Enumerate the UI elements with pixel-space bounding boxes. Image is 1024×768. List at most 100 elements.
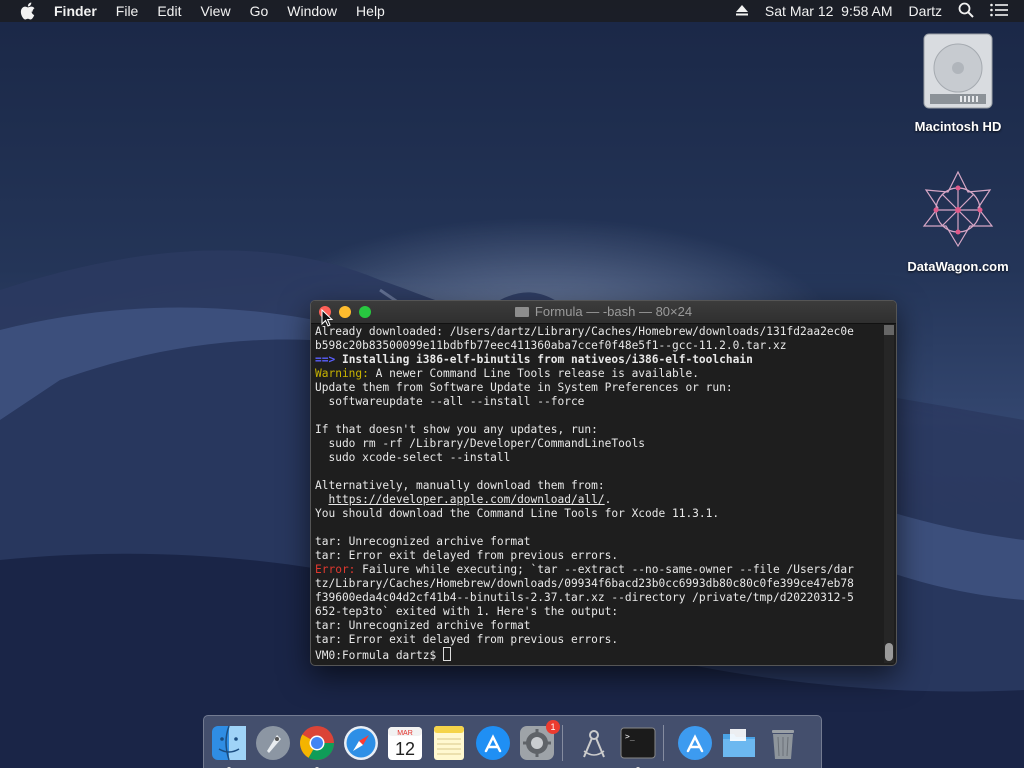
- chrome-icon[interactable]: [298, 724, 336, 768]
- eject-icon[interactable]: [735, 3, 749, 19]
- terminal-line: softwareupdate --all --install --force: [315, 395, 882, 409]
- terminal-line: tar: Error exit delayed from previous er…: [315, 549, 882, 563]
- terminal-line: sudo rm -rf /Library/Developer/CommandLi…: [315, 437, 882, 451]
- menu-view[interactable]: View: [200, 0, 230, 22]
- terminal-icon[interactable]: >_: [619, 724, 657, 768]
- menu-go[interactable]: Go: [250, 0, 269, 22]
- hard-drive-icon: [903, 32, 1013, 115]
- terminal-output[interactable]: Already downloaded: /Users/dartz/Library…: [315, 325, 882, 663]
- terminal-line: tar: Unrecognized archive format: [315, 535, 882, 549]
- notification-center-icon[interactable]: [990, 3, 1008, 20]
- menubar-clock[interactable]: Sat Mar 12 9:58 AM: [765, 3, 893, 19]
- terminal-text: Installing i386-elf-binutils from native…: [335, 353, 753, 366]
- menu-bar: Finder File Edit View Go Window Help Sat…: [0, 0, 1024, 22]
- menu-window[interactable]: Window: [287, 0, 337, 22]
- terminal-cursor: [442, 647, 451, 661]
- dock-separator: [663, 724, 664, 761]
- scrollbar-button[interactable]: [884, 325, 894, 335]
- terminal-text: VM0:Formula dartz$: [315, 649, 443, 662]
- terminal-line: Error: Failure while executing; `tar --e…: [315, 563, 882, 577]
- app-store-downloads-icon[interactable]: [676, 724, 714, 762]
- terminal-text: Error:: [315, 563, 356, 576]
- terminal-text: If that doesn't show you any updates, ru…: [315, 423, 598, 436]
- menu-file[interactable]: File: [116, 0, 139, 22]
- spotlight-search-icon[interactable]: [958, 2, 974, 21]
- terminal-text: Already downloaded: /Users/dartz/Library…: [315, 325, 854, 338]
- desktop-icon-label: DataWagon.com: [907, 259, 1009, 274]
- terminal-line: b598c20b83500099e11bdbfb77eec411360aba7c…: [315, 339, 882, 353]
- terminal-text: tar: Unrecognized archive format: [315, 535, 531, 548]
- terminal-line: Update them from Software Update in Syst…: [315, 381, 882, 395]
- terminal-text: .: [604, 493, 612, 506]
- app-store-icon[interactable]: [474, 724, 512, 762]
- terminal-line: https://developer.apple.com/download/all…: [315, 493, 882, 507]
- terminal-text: 652-tep3to` exited with 1. Here's the ou…: [315, 605, 619, 618]
- svg-text:MAR: MAR: [397, 730, 413, 737]
- network-logo-icon: [903, 168, 1013, 255]
- terminal-line: VM0:Formula dartz$: [315, 647, 882, 662]
- desktop-icon-macintosh-hd[interactable]: Macintosh HD: [903, 32, 1013, 134]
- desktop-icon-label: Macintosh HD: [914, 119, 1002, 134]
- finder-icon[interactable]: [210, 724, 248, 768]
- terminal-text: ==>: [315, 353, 336, 366]
- mouse-pointer-icon: [321, 308, 334, 332]
- terminal-line: 652-tep3to` exited with 1. Here's the ou…: [315, 605, 882, 619]
- terminal-text: tz/Library/Caches/Homebrew/downloads/099…: [315, 577, 854, 590]
- terminal-line: Warning: A newer Command Line Tools rele…: [315, 367, 882, 381]
- folder-icon: [514, 307, 529, 317]
- instruments-icon[interactable]: [575, 724, 613, 762]
- terminal-text: tar: Unrecognized archive format: [315, 619, 531, 632]
- terminal-text: Failure while executing; `tar --extract …: [355, 563, 854, 576]
- terminal-text: Warning:: [315, 367, 369, 380]
- terminal-scrollbar[interactable]: [884, 325, 894, 663]
- terminal-text: f39600eda4c04d2cf41b4--binutils-2.37.tar…: [315, 591, 854, 604]
- terminal-line: tar: Unrecognized archive format: [315, 619, 882, 633]
- terminal-line: tar: Error exit delayed from previous er…: [315, 633, 882, 647]
- terminal-text: Alternatively, manually download them fr…: [315, 479, 605, 492]
- scrollbar-thumb[interactable]: [885, 643, 893, 661]
- terminal-link[interactable]: https://developer.apple.com/download/all…: [328, 493, 604, 506]
- terminal-text: b598c20b83500099e11bdbfb77eec411360aba7c…: [315, 339, 787, 352]
- apple-menu-icon[interactable]: [20, 2, 38, 20]
- svg-text:>_: >_: [625, 732, 635, 741]
- dock-separator: [562, 724, 563, 761]
- notes-icon[interactable]: [430, 724, 468, 762]
- safari-icon[interactable]: [342, 724, 380, 762]
- terminal-window[interactable]: Formula — -bash — 80×24 Already download…: [310, 300, 897, 666]
- terminal-text: Update them from Software Update in Syst…: [315, 381, 733, 394]
- window-titlebar[interactable]: Formula — -bash — 80×24: [311, 301, 896, 324]
- calendar-icon[interactable]: MAR 12: [386, 724, 424, 762]
- desktop-icon-datawagon[interactable]: DataWagon.com: [903, 168, 1013, 274]
- launchpad-icon[interactable]: [254, 724, 292, 762]
- terminal-line: sudo xcode-select --install: [315, 451, 882, 465]
- terminal-text: sudo xcode-select --install: [315, 451, 511, 464]
- dock: MAR 12 1 >_: [203, 715, 822, 768]
- terminal-text: You should download the Command Line Too…: [315, 507, 720, 520]
- system-preferences-icon[interactable]: 1: [518, 719, 560, 762]
- menu-help[interactable]: Help: [356, 0, 385, 22]
- notification-badge: 1: [546, 719, 560, 734]
- terminal-text: tar: Error exit delayed from previous er…: [315, 633, 619, 646]
- window-title: Formula — -bash — 80×24: [534, 304, 693, 319]
- trash-icon[interactable]: [764, 724, 802, 762]
- terminal-line: f39600eda4c04d2cf41b4--binutils-2.37.tar…: [315, 591, 882, 605]
- terminal-line: If that doesn't show you any updates, ru…: [315, 423, 882, 437]
- svg-text:12: 12: [395, 739, 415, 759]
- terminal-text: sudo rm -rf /Library/Developer/CommandLi…: [315, 437, 646, 450]
- menu-edit[interactable]: Edit: [157, 0, 181, 22]
- menu-finder[interactable]: Finder: [54, 0, 97, 22]
- terminal-line: Already downloaded: /Users/dartz/Library…: [315, 325, 882, 339]
- menubar-user[interactable]: Dartz: [909, 3, 942, 19]
- terminal-line: Alternatively, manually download them fr…: [315, 479, 882, 493]
- terminal-text: softwareupdate --all --install --force: [315, 395, 585, 408]
- terminal-line: tz/Library/Caches/Homebrew/downloads/099…: [315, 577, 882, 591]
- terminal-line: ==> Installing i386-elf-binutils from na…: [315, 353, 882, 367]
- terminal-text: tar: Error exit delayed from previous er…: [315, 549, 619, 562]
- terminal-line: You should download the Command Line Too…: [315, 507, 882, 521]
- terminal-text: A newer Command Line Tools release is av…: [368, 367, 699, 380]
- folder-icon[interactable]: [720, 724, 758, 762]
